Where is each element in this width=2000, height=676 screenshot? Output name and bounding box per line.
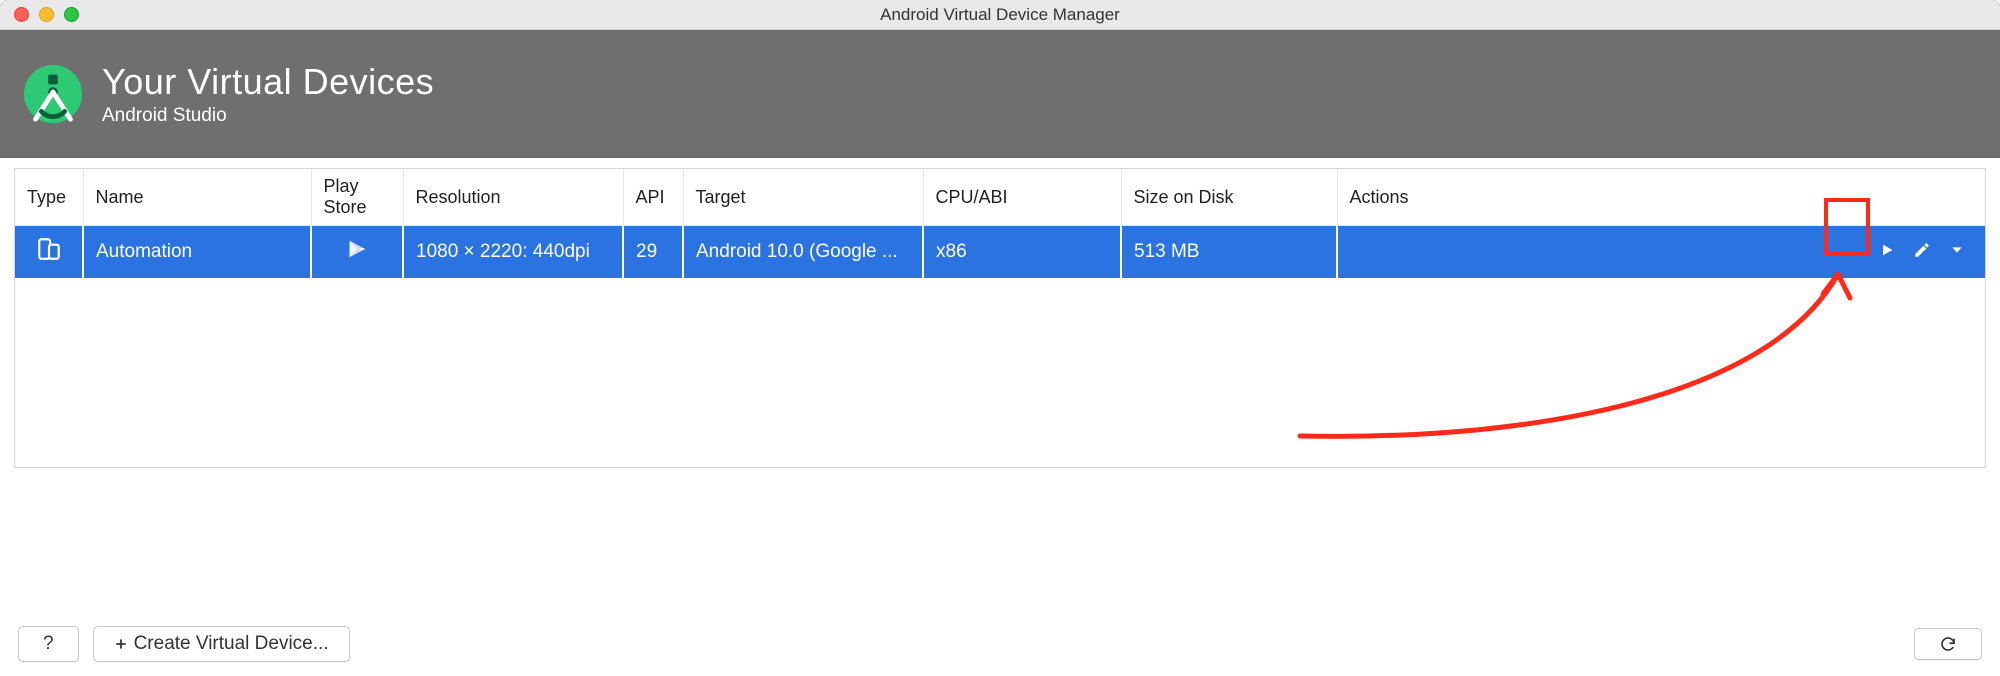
col-header-target[interactable]: Target	[683, 169, 923, 226]
android-studio-icon	[22, 63, 84, 125]
col-header-cpu-abi[interactable]: CPU/ABI	[923, 169, 1121, 226]
header-text: Your Virtual Devices Android Studio	[102, 61, 434, 127]
cell-cpu-abi: x86	[923, 226, 1121, 279]
plus-icon	[114, 637, 128, 651]
page-subtitle: Android Studio	[102, 105, 434, 127]
device-table: Type Name Play Store Resolution API Targ…	[15, 169, 1985, 278]
launch-play-icon[interactable]	[1879, 242, 1895, 258]
col-header-actions[interactable]: Actions	[1337, 169, 1985, 226]
col-header-name[interactable]: Name	[83, 169, 311, 226]
phone-icon	[36, 236, 62, 262]
device-table-container: Type Name Play Store Resolution API Targ…	[14, 168, 1986, 468]
help-button[interactable]: ?	[18, 626, 79, 662]
avd-manager-window: Android Virtual Device Manager Your Virt…	[0, 0, 2000, 676]
col-header-size-on-disk[interactable]: Size on Disk	[1121, 169, 1337, 226]
col-header-type[interactable]: Type	[15, 169, 83, 226]
cell-name: Automation	[83, 226, 311, 279]
col-header-resolution[interactable]: Resolution	[403, 169, 623, 226]
refresh-icon	[1939, 635, 1957, 653]
edit-pencil-icon[interactable]	[1913, 241, 1931, 259]
cell-size-on-disk: 513 MB	[1121, 226, 1337, 279]
play-store-icon	[347, 239, 367, 259]
dropdown-caret-icon[interactable]	[1949, 242, 1965, 258]
cell-resolution: 1080 × 2220: 440dpi	[403, 226, 623, 279]
table-row[interactable]: Automation 1080 × 2220	[15, 226, 1985, 279]
window-title: Android Virtual Device Manager	[0, 5, 2000, 25]
help-label: ?	[43, 633, 54, 655]
col-header-play-store[interactable]: Play Store	[311, 169, 403, 226]
col-header-api[interactable]: API	[623, 169, 683, 226]
content-area: Type Name Play Store Resolution API Targ…	[0, 158, 2000, 468]
titlebar: Android Virtual Device Manager	[0, 0, 2000, 30]
create-label: Create Virtual Device...	[134, 633, 329, 655]
footer: ? Create Virtual Device...	[18, 626, 1982, 662]
header: Your Virtual Devices Android Studio	[0, 30, 2000, 158]
cell-api: 29	[623, 226, 683, 279]
table-header-row: Type Name Play Store Resolution API Targ…	[15, 169, 1985, 226]
cell-target: Android 10.0 (Google ...	[683, 226, 923, 279]
refresh-button[interactable]	[1914, 628, 1982, 660]
page-title: Your Virtual Devices	[102, 61, 434, 103]
create-virtual-device-button[interactable]: Create Virtual Device...	[93, 626, 350, 662]
